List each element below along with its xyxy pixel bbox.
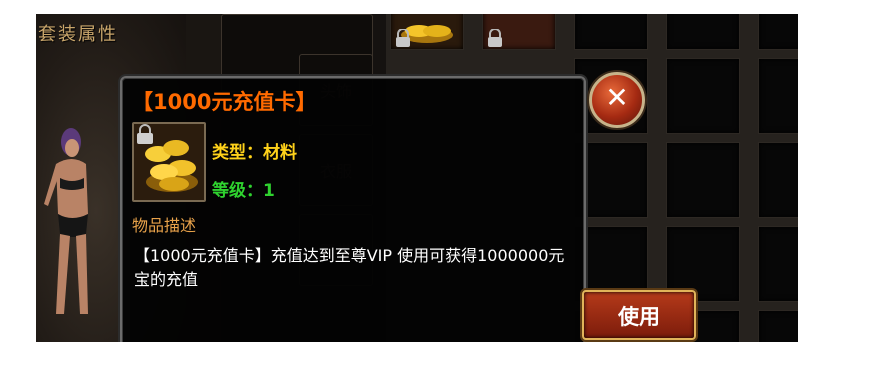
use-button-label: 使用	[618, 305, 660, 329]
bag-slot-item[interactable]	[482, 14, 556, 50]
item-tooltip-popup: 【1000元充值卡】 类型：材料 等级：1 物品描述 【1000元充值卡】充值达…	[120, 76, 586, 342]
lock-icon	[396, 29, 410, 47]
bag-slot[interactable]	[758, 142, 798, 218]
item-icon-frame	[132, 122, 206, 202]
item-level: 等级：1	[212, 181, 275, 201]
bag-slot-gold[interactable]	[390, 14, 464, 50]
game-screen: 套装属性 头饰 衣服 腰带	[36, 14, 798, 342]
lock-icon	[137, 124, 153, 144]
close-button[interactable]: ✕	[589, 72, 645, 128]
bag-slot[interactable]	[666, 58, 740, 134]
set-attributes-label[interactable]: 套装属性	[38, 20, 118, 46]
item-type: 类型：材料	[212, 143, 297, 163]
item-title: 【1000元充值卡】	[132, 90, 317, 114]
description-text: 【1000元充值卡】充值达到至尊VIP 使用可获得1000000元宝的充值	[134, 246, 565, 289]
bag-slot[interactable]	[758, 226, 798, 302]
bag-slot[interactable]	[666, 142, 740, 218]
description-label: 物品描述	[132, 216, 197, 235]
lock-icon	[488, 29, 502, 47]
close-icon: ✕	[605, 81, 629, 114]
bag-slot[interactable]	[574, 14, 648, 50]
bag-slot[interactable]	[758, 14, 798, 50]
bag-slot[interactable]	[666, 14, 740, 50]
bag-slot[interactable]	[758, 58, 798, 134]
use-button[interactable]: 使用	[582, 290, 696, 340]
bag-slot[interactable]	[758, 310, 798, 342]
character-figure	[44, 128, 88, 314]
